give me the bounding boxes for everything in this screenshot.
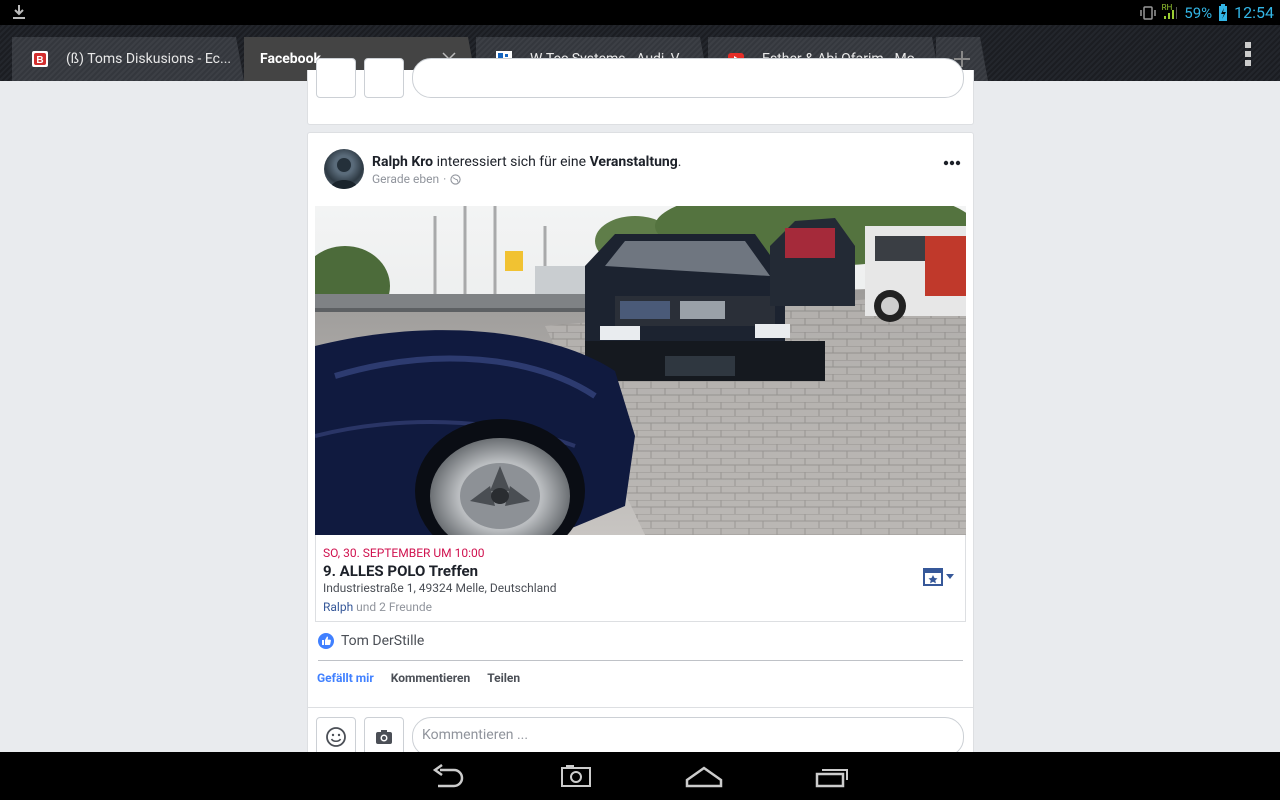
event-friends: Ralph und 2 Freunde — [323, 600, 432, 614]
author-name[interactable]: Ralph Kro — [372, 154, 433, 170]
like-button[interactable]: Gefällt mir — [317, 671, 374, 685]
divider — [318, 660, 963, 661]
reaction-summary[interactable]: Tom DerStille — [318, 633, 424, 649]
vibrate-icon — [1139, 5, 1156, 20]
camera-button[interactable] — [364, 717, 404, 757]
download-icon — [13, 5, 25, 19]
event-address: Industriestraße 1, 49324 Melle, Deutschl… — [323, 581, 557, 595]
comment-placeholder: Kommentieren ... — [422, 727, 529, 743]
avatar[interactable] — [324, 149, 364, 189]
friend-link[interactable]: Ralph — [323, 600, 353, 614]
battery-charging-icon — [1219, 3, 1228, 21]
post-actions: Gefällt mir Kommentieren Teilen — [317, 671, 520, 685]
previous-post-comment-area — [307, 58, 974, 125]
post-header: Ralph Kro interessiert sich für eine Ver… — [372, 154, 681, 170]
overflow-menu-icon[interactable] — [1244, 42, 1252, 66]
blog-favicon-icon: B — [32, 51, 48, 67]
friends-rest: und 2 Freunde — [353, 600, 433, 614]
tab-title: (ß) Toms Diskusions - Ec... — [66, 51, 232, 67]
system-navigation-bar — [0, 752, 1280, 800]
emoji-button[interactable] — [316, 58, 356, 98]
event-link[interactable]: Veranstaltung — [590, 154, 678, 170]
clock: 12:54 — [1234, 3, 1274, 22]
more-options-icon[interactable] — [943, 160, 961, 166]
emoji-button[interactable] — [316, 717, 356, 757]
liker-name: Tom DerStille — [341, 633, 425, 649]
chevron-down-icon — [946, 574, 954, 579]
comment-input[interactable] — [412, 58, 964, 98]
signal-icon — [1164, 6, 1178, 19]
post-period: . — [677, 154, 682, 170]
camera-icon — [376, 730, 392, 744]
event-date: SO, 30. SEPTEMBER UM 10:00 — [323, 546, 485, 560]
divider — [308, 707, 973, 708]
event-title[interactable]: 9. ALLES POLO Treffen — [323, 562, 478, 580]
comment-button[interactable]: Kommentieren — [391, 671, 470, 685]
globe-icon — [450, 173, 461, 185]
tab-title: Facebook — [260, 51, 321, 67]
like-reaction-icon — [318, 633, 334, 649]
calendar-star-icon — [923, 568, 943, 586]
camera-button[interactable] — [364, 58, 404, 98]
event-attachment[interactable]: SO, 30. SEPTEMBER UM 10:00 9. ALLES POLO… — [315, 535, 966, 622]
post-time[interactable]: Gerade eben — [372, 172, 439, 186]
smiley-icon — [326, 727, 346, 747]
post-meta: Gerade eben · — [372, 172, 461, 186]
battery-percent: 59% — [1184, 3, 1213, 22]
status-bar: RH 59% 12:54 — [0, 0, 1280, 25]
svg-text:B: B — [36, 55, 43, 66]
share-button[interactable]: Teilen — [487, 671, 520, 685]
screenshot-icon[interactable] — [560, 764, 592, 788]
feed-post: Ralph Kro interessiert sich für eine Ver… — [307, 132, 974, 774]
tab-toms-diskusions[interactable]: B (ß) Toms Diskusions - Ec... — [12, 37, 244, 81]
comment-input[interactable]: Kommentieren ... — [412, 717, 964, 757]
recent-apps-icon[interactable] — [814, 764, 852, 788]
post-action-text: interessiert sich für eine — [433, 154, 590, 170]
home-icon[interactable] — [684, 764, 724, 788]
interested-dropdown-button[interactable] — [922, 567, 958, 587]
back-icon[interactable] — [430, 764, 466, 788]
event-cover-photo[interactable] — [315, 206, 966, 535]
post-time-separator: · — [443, 172, 447, 186]
